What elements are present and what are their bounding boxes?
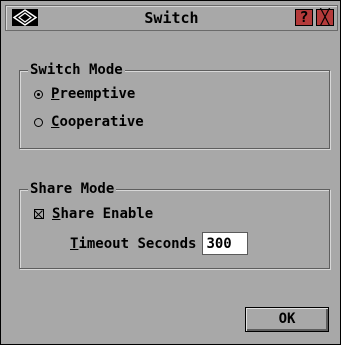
radio-cooperative-label: Cooperative <box>51 114 144 130</box>
share-enable-checkbox[interactable]: Share Enable <box>34 206 153 222</box>
close-button[interactable]: ╳ <box>316 9 334 26</box>
title-bar[interactable]: Switch ? ╳ <box>5 5 338 31</box>
ok-button[interactable]: OK <box>245 307 329 332</box>
help-icon: ? <box>299 8 309 26</box>
window-title: Switch <box>144 9 199 27</box>
timeout-label: Timeout Seconds <box>70 235 197 252</box>
timeout-seconds-input[interactable] <box>202 232 249 255</box>
share-enable-label: Share Enable <box>52 206 154 222</box>
share-mode-legend: Share Mode <box>28 180 117 198</box>
timeout-row: Timeout Seconds <box>70 232 249 255</box>
share-mode-group: Share Mode <box>19 180 330 269</box>
switch-dialog: Switch ? ╳ Switch Mode Preemptive Cooper… <box>0 0 341 345</box>
radio-preemptive-label: Preemptive <box>51 86 136 102</box>
radio-preemptive[interactable]: Preemptive <box>34 86 135 102</box>
radio-cooperative-indicator <box>34 117 43 127</box>
radio-cooperative[interactable]: Cooperative <box>34 114 144 130</box>
switch-mode-group: Switch Mode <box>19 61 330 149</box>
help-button[interactable]: ? <box>295 9 313 26</box>
switch-mode-legend: Switch Mode <box>28 61 125 79</box>
share-enable-indicator <box>34 209 44 219</box>
radio-preemptive-indicator <box>34 89 43 99</box>
close-icon: ╳ <box>320 8 330 26</box>
